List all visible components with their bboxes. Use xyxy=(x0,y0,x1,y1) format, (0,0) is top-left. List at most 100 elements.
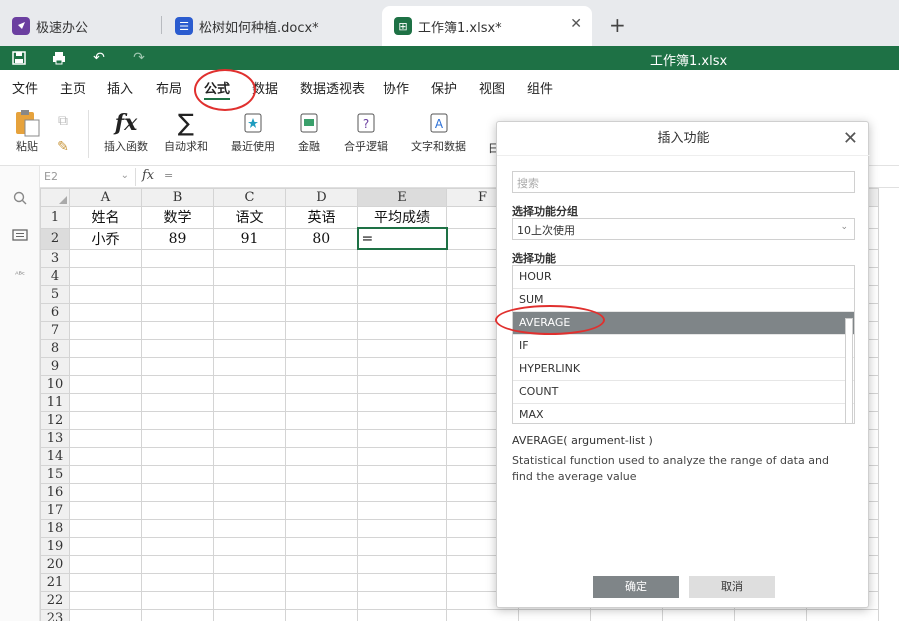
cell[interactable] xyxy=(285,554,358,574)
cell[interactable] xyxy=(141,248,214,268)
cell[interactable]: 英语 xyxy=(285,206,358,229)
cell[interactable] xyxy=(285,482,358,502)
cell[interactable] xyxy=(213,284,286,304)
cell[interactable] xyxy=(69,464,142,484)
logical-button[interactable]: ? 合乎逻辑 xyxy=(344,108,388,154)
new-tab-icon[interactable]: + xyxy=(609,13,626,37)
cell[interactable] xyxy=(69,608,142,621)
cell[interactable]: 80 xyxy=(285,227,358,250)
menu-layout[interactable]: 布局 xyxy=(156,78,182,97)
cell[interactable] xyxy=(141,464,214,484)
insert-function-button[interactable]: fx 插入函数 xyxy=(104,108,148,154)
cell[interactable] xyxy=(69,500,142,520)
search-icon[interactable] xyxy=(10,188,30,208)
cancel-button[interactable]: 取消 xyxy=(689,576,775,598)
cell[interactable] xyxy=(141,554,214,574)
cell[interactable] xyxy=(141,590,214,610)
cell[interactable] xyxy=(69,284,142,304)
cell[interactable] xyxy=(590,608,663,621)
cell[interactable] xyxy=(806,608,879,621)
row-header[interactable]: 14 xyxy=(40,446,70,466)
row-header[interactable]: 17 xyxy=(40,500,70,520)
ok-button[interactable]: 确定 xyxy=(593,576,679,598)
cell[interactable] xyxy=(357,464,447,484)
cell[interactable] xyxy=(357,356,447,376)
cell[interactable] xyxy=(213,554,286,574)
cell[interactable] xyxy=(69,266,142,286)
cell[interactable]: 平均成绩 xyxy=(357,206,447,229)
cell[interactable] xyxy=(446,608,519,621)
cell[interactable] xyxy=(285,338,358,358)
cell[interactable] xyxy=(213,248,286,268)
cell[interactable] xyxy=(69,302,142,322)
cell[interactable] xyxy=(213,320,286,340)
cell[interactable] xyxy=(357,428,447,448)
print-icon[interactable] xyxy=(50,49,68,67)
column-header[interactable]: E xyxy=(357,188,447,207)
cell[interactable] xyxy=(141,374,214,394)
cell[interactable] xyxy=(141,284,214,304)
paste-button[interactable]: 粘贴 xyxy=(12,108,42,154)
cell[interactable] xyxy=(69,320,142,340)
text-data-button[interactable]: A 文字和数据 xyxy=(411,108,466,154)
format-painter-icon[interactable]: ✎ xyxy=(54,138,72,156)
close-tab-icon[interactable]: ✕ xyxy=(570,16,582,32)
cell[interactable]: 姓名 xyxy=(69,206,142,229)
cell[interactable] xyxy=(285,500,358,520)
column-header[interactable]: A xyxy=(69,188,142,207)
cell[interactable] xyxy=(141,320,214,340)
tab-jisu-office[interactable]: 极速办公 xyxy=(0,6,160,46)
tab-docx[interactable]: ☰ 松树如何种植.docx* xyxy=(163,6,378,46)
list-scrollbar[interactable] xyxy=(845,318,853,423)
cell[interactable] xyxy=(141,266,214,286)
cell[interactable] xyxy=(285,374,358,394)
cell[interactable] xyxy=(213,482,286,502)
fx-icon[interactable]: fx xyxy=(142,168,154,183)
cell[interactable] xyxy=(285,266,358,286)
column-header[interactable]: D xyxy=(285,188,358,207)
cell[interactable] xyxy=(69,446,142,466)
function-search-input[interactable]: 搜索 xyxy=(512,171,855,193)
menu-protect[interactable]: 保护 xyxy=(431,78,457,97)
redo-icon[interactable]: ↷ xyxy=(130,49,148,67)
cell[interactable] xyxy=(213,338,286,358)
cell[interactable] xyxy=(285,392,358,412)
cell[interactable] xyxy=(141,338,214,358)
row-header[interactable]: 3 xyxy=(40,248,70,268)
cell[interactable] xyxy=(141,482,214,502)
cell[interactable] xyxy=(213,374,286,394)
name-box[interactable]: E2 ⌄ xyxy=(40,168,136,186)
function-item-if[interactable]: IF xyxy=(513,335,854,358)
cell[interactable] xyxy=(213,446,286,466)
row-header[interactable]: 13 xyxy=(40,428,70,448)
cell[interactable] xyxy=(69,356,142,376)
cell[interactable] xyxy=(213,500,286,520)
tab-xlsx[interactable]: ⊞ 工作簿1.xlsx* ✕ xyxy=(382,6,592,46)
row-header[interactable]: 4 xyxy=(40,266,70,286)
cell[interactable] xyxy=(213,428,286,448)
cell[interactable] xyxy=(69,518,142,538)
cell[interactable] xyxy=(357,266,447,286)
spellcheck-icon[interactable]: ᴬᴮᶜ xyxy=(10,264,30,284)
cell[interactable] xyxy=(141,428,214,448)
cell[interactable] xyxy=(69,338,142,358)
close-icon[interactable]: ✕ xyxy=(843,128,858,149)
cell[interactable]: 数学 xyxy=(141,206,214,229)
cell[interactable] xyxy=(141,446,214,466)
cell[interactable] xyxy=(213,572,286,592)
function-item-hyperlink[interactable]: HYPERLINK xyxy=(513,358,854,381)
cell[interactable] xyxy=(69,374,142,394)
cell[interactable] xyxy=(285,302,358,322)
cell[interactable] xyxy=(357,410,447,430)
cell[interactable] xyxy=(69,590,142,610)
menu-home[interactable]: 主页 xyxy=(60,78,86,97)
cell[interactable] xyxy=(285,590,358,610)
column-header[interactable]: C xyxy=(213,188,286,207)
row-header[interactable]: 1 xyxy=(40,206,70,229)
cell[interactable] xyxy=(285,464,358,484)
column-header[interactable]: B xyxy=(141,188,214,207)
cell[interactable] xyxy=(69,554,142,574)
menu-components[interactable]: 组件 xyxy=(527,78,553,97)
cell[interactable] xyxy=(213,392,286,412)
cell[interactable] xyxy=(285,428,358,448)
